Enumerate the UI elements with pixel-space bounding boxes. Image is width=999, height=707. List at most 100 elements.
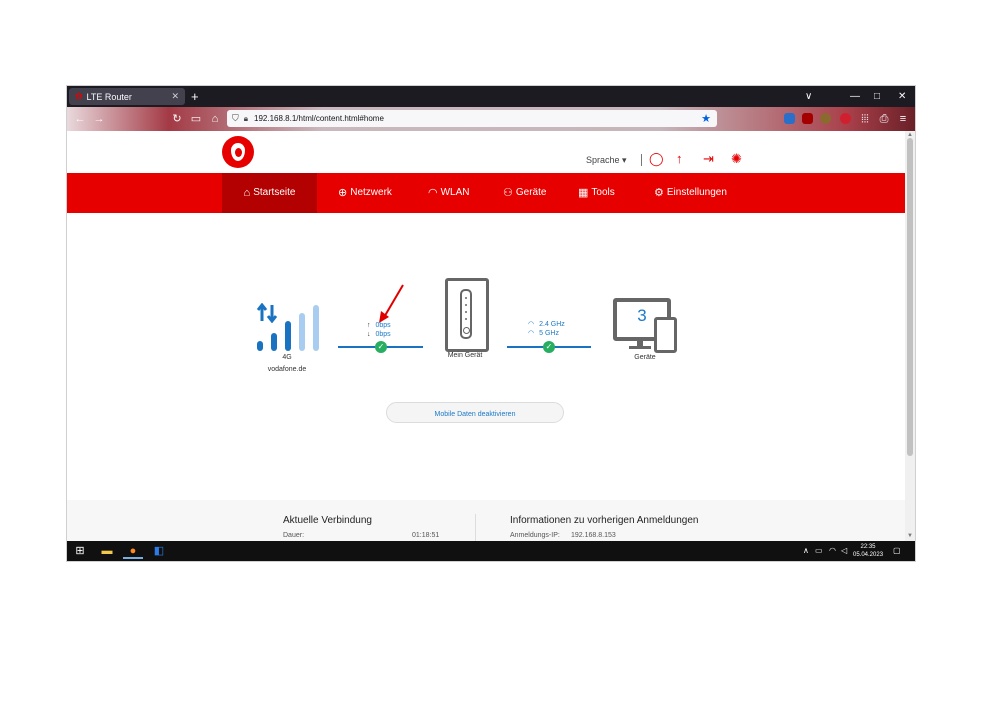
nav-label: Netzwerk (350, 187, 392, 198)
extension-icon[interactable] (820, 113, 831, 124)
nav-label: Tools (591, 187, 615, 198)
windows-taskbar: ⊞ ▬ ● ◧ ∧ ▭ ◠ ◁ 22:35 05.04.2023 ▢ (67, 541, 915, 561)
check-icon: ✓ (543, 341, 555, 353)
ublock-icon[interactable] (802, 113, 813, 124)
notifications-icon[interactable]: ▢ (893, 545, 901, 557)
minimize-button[interactable]: — (850, 88, 860, 105)
router-icon (445, 278, 489, 352)
tab-title: LTE Router (86, 91, 132, 102)
duration-label: Dauer: (283, 532, 305, 539)
forward-icon[interactable]: → (91, 110, 107, 128)
wifi-band-5: ◠ 5 GHz (528, 330, 559, 337)
login-ip-value: 192.168.8.153 (571, 532, 616, 539)
transfer-arrows-icon (257, 303, 278, 323)
tools-icon: ▦ (578, 187, 589, 199)
back-icon[interactable]: ← (72, 110, 88, 128)
file-explorer-icon[interactable]: ▬ (97, 543, 117, 559)
browser-tab-bar: ✿ LTE Router ✕ + ∨ — □ ✕ (67, 86, 915, 107)
info-panels (67, 500, 905, 541)
url-text[interactable]: 192.168.8.1/html/content.html#home (254, 114, 701, 123)
gear-icon: ⚙ (654, 187, 664, 199)
bookmark-star-icon[interactable]: ★ (701, 112, 711, 125)
nav-label: Einstellungen (666, 187, 727, 198)
phone-icon (654, 317, 677, 353)
nav-label: WLAN (440, 187, 470, 198)
red-arrow-annotation-icon (379, 284, 404, 323)
extension-icon[interactable] (840, 113, 851, 124)
logout-icon[interactable]: ⇥ (703, 152, 714, 166)
duration-value: 01:18:51 (412, 532, 440, 539)
system-clock[interactable]: 22:35 05.04.2023 (853, 543, 883, 559)
language-dropdown[interactable]: Sprache ▾ (586, 155, 627, 166)
library-icon[interactable]: ⦙⦙⦙ (857, 110, 873, 128)
monitor-base (629, 346, 651, 349)
devices-label[interactable]: Geräte (623, 354, 667, 361)
nav-netzwerk[interactable]: ⊕ Netzwerk (338, 173, 392, 213)
loading-icon: ✺ (731, 151, 742, 166)
huawei-favicon-icon: ✿ (75, 91, 83, 101)
upload-arrow-icon: ↑ (367, 322, 371, 329)
chat-icon[interactable]: ◯ (649, 152, 664, 166)
devices-icon: ⚇ (503, 187, 513, 199)
signal-strength-icon (257, 303, 319, 351)
check-icon: ✓ (375, 341, 387, 353)
address-bar[interactable]: ⛉ 🔒︎ 192.168.8.1/html/content.html#home … (227, 110, 717, 127)
battery-icon[interactable]: ▭ (815, 545, 823, 557)
reader-view-icon[interactable]: ▭ (188, 110, 204, 128)
scrollbar-thumb[interactable] (907, 138, 913, 456)
current-connection-title: Aktuelle Verbindung (283, 515, 372, 526)
wifi-band-24: ◠ 2.4 GHz (528, 321, 565, 328)
nav-wlan[interactable]: ◠ WLAN (428, 173, 470, 213)
browser-tab[interactable]: ✿ LTE Router ✕ (69, 88, 185, 105)
wifi-icon: ◠ (528, 330, 535, 337)
clock-time: 22:35 (860, 544, 876, 550)
outlook-icon[interactable]: ◧ (149, 543, 169, 559)
close-tab-icon[interactable]: ✕ (171, 91, 179, 102)
windows-start-icon[interactable]: ⊞ (70, 543, 90, 559)
wifi-icon: ◠ (528, 321, 535, 328)
download-arrow-icon: ↓ (367, 331, 371, 338)
new-tab-button[interactable]: + (191, 88, 199, 105)
wifi-icon: ◠ (428, 187, 438, 199)
nav-label: Startseite (253, 187, 296, 198)
reload-icon[interactable]: ↻ (169, 110, 185, 128)
home-icon: ⌂ (243, 187, 251, 199)
list-tabs-icon[interactable]: ∨ (805, 88, 812, 105)
router-web-page: Sprache ▾ ◯ ↑ ⇥ ✺ ⌂ Startseite ⊕ Netzwer… (67, 131, 905, 541)
globe-icon: ⊕ (338, 187, 348, 199)
volume-icon[interactable]: ◁ (841, 545, 847, 557)
network-icon[interactable]: ◠ (829, 545, 836, 557)
nav-startseite[interactable]: ⌂ Startseite (222, 173, 317, 213)
extension-icon[interactable] (784, 113, 795, 124)
router-label: Mein Gerät (447, 352, 483, 359)
tray-chevron-icon[interactable]: ∧ (803, 545, 809, 557)
firefox-icon[interactable]: ● (123, 543, 143, 559)
scroll-up-icon[interactable]: ▲ (907, 132, 913, 138)
shield-icon[interactable]: ⛉ (232, 113, 239, 124)
nav-label: Geräte (515, 187, 547, 198)
header-divider (641, 154, 642, 166)
menu-icon[interactable]: ≡ (895, 110, 911, 128)
upload-icon[interactable]: ↑ (676, 152, 683, 166)
extensions-puzzle-icon[interactable]: ⎙ (876, 110, 892, 128)
browser-toolbar: ← → ↻ ▭ ⌂ ⛉ 🔒︎ 192.168.8.1/html/content.… (67, 107, 915, 131)
nav-tools[interactable]: ▦ Tools (578, 173, 615, 213)
nav-geraete[interactable]: ⚇ Geräte (503, 173, 546, 213)
maximize-button[interactable]: □ (874, 88, 880, 105)
nav-einstellungen[interactable]: ⚙ Einstellungen (654, 173, 727, 213)
provider-name: vodafone.de (267, 366, 307, 373)
close-window-button[interactable]: ✕ (898, 88, 906, 105)
mobile-data-toggle-button[interactable]: Mobile Daten deaktivieren (386, 402, 564, 423)
vodafone-logo (222, 136, 254, 168)
scroll-down-icon[interactable]: ▼ (907, 533, 913, 539)
download-rate: ↓ 0bps (367, 331, 391, 338)
screenshot: ✿ LTE Router ✕ + ∨ — □ ✕ ← → ↻ ▭ ⌂ ⛉ 🔒︎ … (67, 86, 915, 561)
previous-logins-title: Informationen zu vorherigen Anmeldungen (510, 515, 699, 526)
lock-icon[interactable]: 🔒︎ (244, 114, 248, 124)
clock-date: 05.04.2023 (853, 552, 884, 558)
panel-divider (475, 514, 476, 541)
login-ip-label: Anmeldungs-IP: (510, 532, 560, 539)
main-nav: ⌂ Startseite ⊕ Netzwerk ◠ WLAN ⚇ Geräte … (67, 173, 905, 213)
home-button-icon[interactable]: ⌂ (207, 110, 223, 128)
network-type: 4G (282, 354, 292, 361)
